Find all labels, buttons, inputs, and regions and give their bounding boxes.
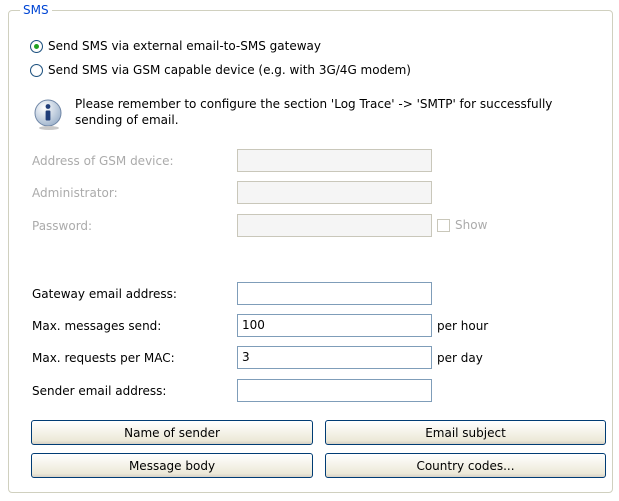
radio-button-checked[interactable] (30, 39, 43, 53)
group-title: SMS (20, 2, 52, 18)
radio-gsm-device[interactable]: Send SMS via GSM capable device (e.g. wi… (30, 61, 411, 79)
max-requests-field[interactable]: 3 (237, 346, 432, 369)
radio-email-gateway[interactable]: Send SMS via external email-to-SMS gatew… (30, 37, 321, 55)
password-label: Password: (32, 219, 93, 233)
checkbox[interactable] (437, 218, 450, 232)
smtp-info-message: Please remember to configure the section… (75, 97, 553, 127)
show-password-checkbox[interactable]: Show (437, 218, 487, 232)
radio-button[interactable] (30, 63, 43, 77)
name-of-sender-button[interactable]: Name of sender (31, 420, 313, 445)
sender-email-label: Sender email address: (32, 384, 167, 398)
gsm-address-field[interactable] (237, 149, 432, 172)
gateway-email-label: Gateway email address: (32, 287, 177, 301)
administrator-field[interactable] (237, 181, 432, 204)
password-field[interactable] (237, 214, 432, 237)
administrator-label: Administrator: (32, 186, 118, 200)
radio-email-gateway-label: Send SMS via external email-to-SMS gatew… (48, 39, 321, 53)
radio-gsm-device-label: Send SMS via GSM capable device (e.g. wi… (48, 63, 411, 77)
show-password-label: Show (455, 218, 488, 232)
max-requests-unit: per day (437, 351, 483, 365)
gateway-email-field[interactable] (237, 282, 432, 305)
max-messages-unit: per hour (437, 319, 489, 333)
max-requests-label: Max. requests per MAC: (32, 351, 175, 365)
message-body-button[interactable]: Message body (31, 453, 313, 478)
max-messages-label: Max. messages send: (32, 319, 162, 333)
gsm-address-label: Address of GSM device: (32, 154, 174, 168)
info-icon (34, 99, 62, 130)
country-codes-button[interactable]: Country codes... (325, 453, 606, 478)
email-subject-button[interactable]: Email subject (325, 420, 606, 445)
max-messages-field[interactable]: 100 (237, 314, 432, 337)
sender-email-field[interactable] (237, 379, 432, 402)
